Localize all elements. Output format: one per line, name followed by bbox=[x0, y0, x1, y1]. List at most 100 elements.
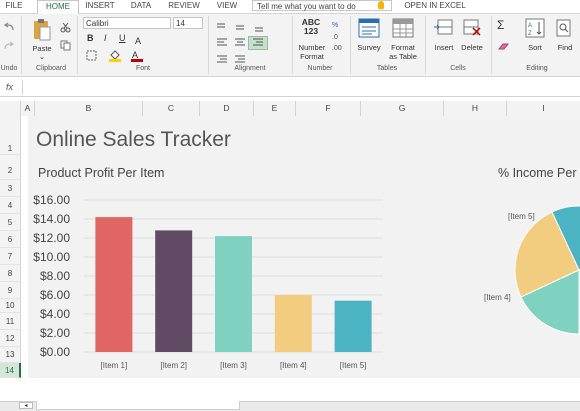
indent-icons[interactable] bbox=[215, 55, 277, 64]
row-header-2[interactable]: 2 bbox=[0, 155, 21, 180]
svg-text:.00: .00 bbox=[332, 45, 342, 52]
delete-label[interactable]: Delete bbox=[458, 43, 486, 52]
bar[interactable] bbox=[274, 295, 312, 352]
svg-text:A: A bbox=[528, 23, 532, 29]
row-header-8[interactable]: 8 bbox=[0, 265, 21, 282]
tell-me-input[interactable]: Tell me what you want to do bbox=[252, 0, 392, 11]
horizontal-align-icons[interactable] bbox=[215, 38, 277, 48]
column-header-g[interactable]: G bbox=[361, 101, 444, 116]
tab-review[interactable]: REVIEW bbox=[165, 0, 203, 13]
row-header-1[interactable]: 1 bbox=[0, 116, 21, 155]
sort-icon[interactable]: AZ bbox=[525, 18, 545, 38]
row-header-10[interactable]: 10 bbox=[0, 299, 21, 313]
format-table-label-2[interactable]: as Table bbox=[386, 52, 420, 61]
font-name-combo[interactable]: Calibri bbox=[83, 17, 171, 29]
insert-cells-icon[interactable] bbox=[434, 18, 454, 38]
undo-icon[interactable] bbox=[3, 22, 15, 32]
column-header-c[interactable]: C bbox=[143, 101, 200, 116]
paste-icon[interactable] bbox=[32, 18, 52, 42]
font-size-combo[interactable]: 14 bbox=[173, 17, 203, 29]
decrease-font-icon[interactable]: A bbox=[135, 35, 147, 45]
bold-button[interactable]: B bbox=[87, 34, 94, 43]
survey-icon[interactable] bbox=[358, 18, 380, 38]
find-label[interactable]: Find bbox=[552, 43, 578, 52]
sheet-tab[interactable] bbox=[36, 401, 240, 410]
row-header-11[interactable]: 11 bbox=[0, 313, 21, 330]
row-header-14[interactable]: 14 bbox=[0, 363, 21, 378]
chevron-down-icon[interactable]: ⌄ bbox=[38, 52, 46, 61]
delete-cells-icon[interactable] bbox=[462, 18, 482, 38]
tab-file[interactable]: FILE bbox=[0, 0, 28, 13]
clear-icon[interactable] bbox=[497, 41, 511, 51]
column-header-e[interactable]: E bbox=[254, 101, 296, 116]
abc-icon-line2: 123 bbox=[303, 26, 319, 36]
borders-icon[interactable] bbox=[86, 50, 98, 61]
fill-color-icon[interactable] bbox=[108, 49, 122, 62]
number-format-label-1[interactable]: Number bbox=[294, 43, 330, 52]
y-tick-label: $2.00 bbox=[40, 326, 70, 340]
vertical-align-icons[interactable] bbox=[215, 22, 277, 32]
y-tick-label: $6.00 bbox=[40, 288, 70, 302]
autosum-icon[interactable]: Σ bbox=[497, 19, 504, 31]
cut-icon[interactable] bbox=[60, 22, 71, 33]
svg-text:A: A bbox=[132, 50, 138, 60]
bar-chart-title: Product Profit Per Item bbox=[38, 166, 165, 180]
column-header-f[interactable]: F bbox=[296, 101, 361, 116]
sheet-title: Online Sales Tracker bbox=[36, 128, 231, 151]
tab-insert[interactable]: INSERT bbox=[82, 0, 118, 13]
tab-view[interactable]: VIEW bbox=[212, 0, 242, 13]
underline-button[interactable]: U bbox=[119, 34, 126, 43]
italic-button[interactable]: I bbox=[104, 34, 107, 43]
ribbon: Undo Paste ⌄ Clipboard Calibri 14 B I U … bbox=[0, 14, 580, 77]
bar[interactable] bbox=[95, 217, 133, 352]
bar[interactable] bbox=[334, 300, 372, 352]
survey-label[interactable]: Survey bbox=[354, 43, 384, 52]
pie-chart[interactable]: [Item 5] [Item 4] bbox=[460, 190, 580, 340]
formula-input[interactable] bbox=[22, 80, 580, 95]
bar[interactable] bbox=[215, 236, 252, 352]
row-header-4[interactable]: 4 bbox=[0, 197, 21, 214]
sort-label[interactable]: Sort bbox=[521, 43, 549, 52]
x-tick-label: [Item 3] bbox=[220, 361, 247, 370]
pie-chart-title: % Income Per bbox=[498, 166, 577, 180]
row-header-9[interactable]: 9 bbox=[0, 282, 21, 299]
sheet-nav-icon[interactable]: ◂ bbox=[19, 402, 33, 409]
column-header-b[interactable]: B bbox=[35, 101, 143, 116]
pie-label: [Item 4] bbox=[484, 293, 511, 302]
column-header-h[interactable]: H bbox=[444, 101, 507, 116]
open-in-excel-button[interactable]: OPEN IN EXCEL bbox=[398, 0, 472, 13]
column-header-a[interactable]: A bbox=[21, 101, 35, 116]
tab-data[interactable]: DATA bbox=[126, 0, 156, 13]
tab-home[interactable]: HOME bbox=[37, 0, 79, 14]
select-all-corner[interactable] bbox=[0, 101, 21, 116]
row-header-5[interactable]: 5 bbox=[0, 214, 21, 231]
ribbon-divider bbox=[350, 16, 351, 74]
format-table-label-1[interactable]: Format bbox=[386, 43, 420, 52]
redo-icon[interactable] bbox=[3, 41, 15, 51]
alignment-group-label: Alignment bbox=[234, 65, 266, 72]
y-tick-label: $8.00 bbox=[40, 269, 70, 283]
bar-chart[interactable]: $0.00 $2.00 $4.00 $6.00 $8.00 $10.00 $12.00 $14… bbox=[21, 185, 401, 375]
row-header-13[interactable]: 13 bbox=[0, 347, 21, 363]
ribbon-divider bbox=[292, 16, 293, 74]
y-tick-label: $12.00 bbox=[33, 231, 70, 245]
number-format-label-2[interactable]: Format bbox=[294, 52, 330, 61]
font-color-icon[interactable]: A bbox=[130, 49, 144, 62]
row-header-12[interactable]: 12 bbox=[0, 330, 21, 347]
row-header-7[interactable]: 7 bbox=[0, 248, 21, 265]
copy-icon[interactable] bbox=[60, 40, 71, 51]
column-header-i[interactable]: I bbox=[507, 101, 580, 116]
bar[interactable] bbox=[155, 230, 193, 352]
fx-icon: fx bbox=[6, 82, 14, 92]
row-header-3[interactable]: 3 bbox=[0, 180, 21, 197]
x-tick-label: [Item 2] bbox=[160, 361, 187, 370]
svg-text:Z: Z bbox=[528, 31, 532, 37]
y-tick-label: $10.00 bbox=[33, 250, 70, 264]
find-icon[interactable] bbox=[556, 19, 572, 37]
row-header-6[interactable]: 6 bbox=[0, 231, 21, 248]
format-as-table-icon[interactable] bbox=[392, 18, 414, 38]
number-format-small-icons[interactable]: % .0 .00 bbox=[331, 18, 345, 52]
x-tick-label: [Item 5] bbox=[340, 361, 367, 370]
insert-label[interactable]: Insert bbox=[430, 43, 458, 52]
column-header-d[interactable]: D bbox=[200, 101, 254, 116]
